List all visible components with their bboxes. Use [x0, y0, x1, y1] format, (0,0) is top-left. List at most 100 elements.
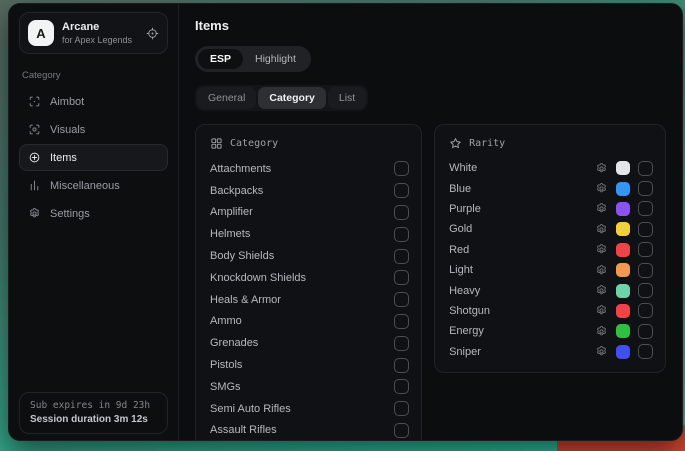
checkbox[interactable]	[638, 201, 653, 216]
sidebar-item-label: Items	[50, 152, 77, 164]
gear-icon[interactable]	[595, 182, 608, 195]
target-icon[interactable]	[146, 27, 159, 40]
category-row-label: Amplifier	[208, 206, 394, 218]
checkbox[interactable]	[638, 324, 653, 339]
sidebar: A Arcane for Apex Legends Category Aimbo…	[9, 4, 179, 440]
color-swatch[interactable]	[616, 182, 630, 196]
rarity-row-energy: Energy	[447, 321, 653, 341]
color-swatch[interactable]	[616, 324, 630, 338]
checkbox[interactable]	[394, 314, 409, 329]
gear-icon[interactable]	[595, 202, 608, 215]
category-row-ammo: Ammo	[208, 311, 409, 333]
color-swatch[interactable]	[616, 304, 630, 318]
rarity-row-label: Energy	[447, 325, 595, 337]
page-title: Items	[195, 18, 666, 33]
checkbox[interactable]	[394, 249, 409, 264]
rarity-panel: Rarity WhiteBluePurpleGoldRedLightHeavyS…	[434, 124, 666, 373]
sidebar-item-aimbot[interactable]: Aimbot	[19, 88, 168, 115]
gear-icon[interactable]	[595, 345, 608, 358]
mode-option-esp[interactable]: ESP	[198, 49, 243, 69]
rarity-row-gold: Gold	[447, 219, 653, 239]
checkbox[interactable]	[638, 242, 653, 257]
category-row-backpacks: Backpacks	[208, 180, 409, 202]
category-panel-title: Category	[230, 138, 278, 149]
gear-icon[interactable]	[595, 304, 608, 317]
checkbox[interactable]	[394, 183, 409, 198]
mode-toggle: ESPHighlight	[195, 46, 311, 72]
rarity-row-heavy: Heavy	[447, 280, 653, 300]
checkbox[interactable]	[394, 227, 409, 242]
category-row-label: SMGs	[208, 381, 394, 393]
checkbox[interactable]	[638, 283, 653, 298]
color-swatch[interactable]	[616, 263, 630, 277]
desktop-background: A Arcane for Apex Legends Category Aimbo…	[0, 0, 685, 451]
checkbox[interactable]	[638, 181, 653, 196]
panels: Category AttachmentsBackpacksAmplifierHe…	[195, 124, 666, 440]
color-swatch[interactable]	[616, 202, 630, 216]
category-row-label: Grenades	[208, 337, 394, 349]
checkbox[interactable]	[394, 401, 409, 416]
rarity-row-blue: Blue	[447, 178, 653, 198]
tab-list[interactable]: List	[328, 87, 366, 109]
color-swatch[interactable]	[616, 284, 630, 298]
rarity-row-controls	[595, 324, 653, 339]
checkbox[interactable]	[638, 222, 653, 237]
category-row-label: Assault Rifles	[208, 424, 394, 436]
checkbox[interactable]	[394, 292, 409, 307]
checkbox[interactable]	[638, 263, 653, 278]
gear-icon[interactable]	[595, 162, 608, 175]
items-icon	[28, 151, 41, 164]
rarity-row-controls	[595, 344, 653, 359]
checkbox[interactable]	[638, 344, 653, 359]
rarity-row-label: White	[447, 162, 595, 174]
checkbox[interactable]	[394, 205, 409, 220]
checkbox[interactable]	[394, 336, 409, 351]
category-row-label: Helmets	[208, 228, 394, 240]
category-row-label: Backpacks	[208, 185, 394, 197]
category-row-knockdown-shields: Knockdown Shields	[208, 267, 409, 289]
checkbox[interactable]	[394, 270, 409, 285]
checkbox[interactable]	[638, 303, 653, 318]
checkbox[interactable]	[394, 161, 409, 176]
tab-general[interactable]: General	[197, 87, 256, 109]
session-info-card: Sub expires in 9d 23h Session duration 3…	[19, 392, 168, 434]
category-row-label: Ammo	[208, 315, 394, 327]
rarity-row-red: Red	[447, 240, 653, 260]
sidebar-item-visuals[interactable]: Visuals	[19, 116, 168, 143]
tab-category[interactable]: Category	[258, 87, 326, 109]
rarity-row-label: Heavy	[447, 285, 595, 297]
gear-icon[interactable]	[595, 284, 608, 297]
checkbox[interactable]	[638, 161, 653, 176]
rarity-row-controls	[595, 242, 653, 257]
rarity-row-shotgun: Shotgun	[447, 301, 653, 321]
gear-icon[interactable]	[595, 325, 608, 338]
star-icon	[449, 137, 462, 150]
rarity-row-purple: Purple	[447, 199, 653, 219]
color-swatch[interactable]	[616, 243, 630, 257]
color-swatch[interactable]	[616, 345, 630, 359]
settings-gear-icon	[28, 207, 41, 220]
gear-icon[interactable]	[595, 223, 608, 236]
sidebar-item-items[interactable]: Items	[19, 144, 168, 171]
app-subtitle: for Apex Legends	[62, 35, 138, 45]
sidebar-item-settings[interactable]: Settings	[19, 200, 168, 227]
color-swatch[interactable]	[616, 161, 630, 175]
mode-option-highlight[interactable]: Highlight	[243, 49, 308, 69]
category-row-label: Knockdown Shields	[208, 272, 394, 284]
sidebar-section-label: Category	[22, 70, 165, 81]
checkbox[interactable]	[394, 358, 409, 373]
gear-icon[interactable]	[595, 264, 608, 277]
checkbox[interactable]	[394, 423, 409, 438]
sub-expires-text: Sub expires in 9d 23h	[30, 400, 157, 411]
gear-icon[interactable]	[595, 243, 608, 256]
category-row-amplifier: Amplifier	[208, 202, 409, 224]
rarity-row-controls	[595, 263, 653, 278]
rarity-panel-header: Rarity	[447, 135, 653, 150]
grid-icon	[210, 137, 223, 150]
rarity-panel-title: Rarity	[469, 138, 505, 149]
checkbox[interactable]	[394, 379, 409, 394]
rarity-row-label: Purple	[447, 203, 595, 215]
sidebar-item-miscellaneous[interactable]: Miscellaneous	[19, 172, 168, 199]
rarity-row-label: Gold	[447, 223, 595, 235]
color-swatch[interactable]	[616, 222, 630, 236]
